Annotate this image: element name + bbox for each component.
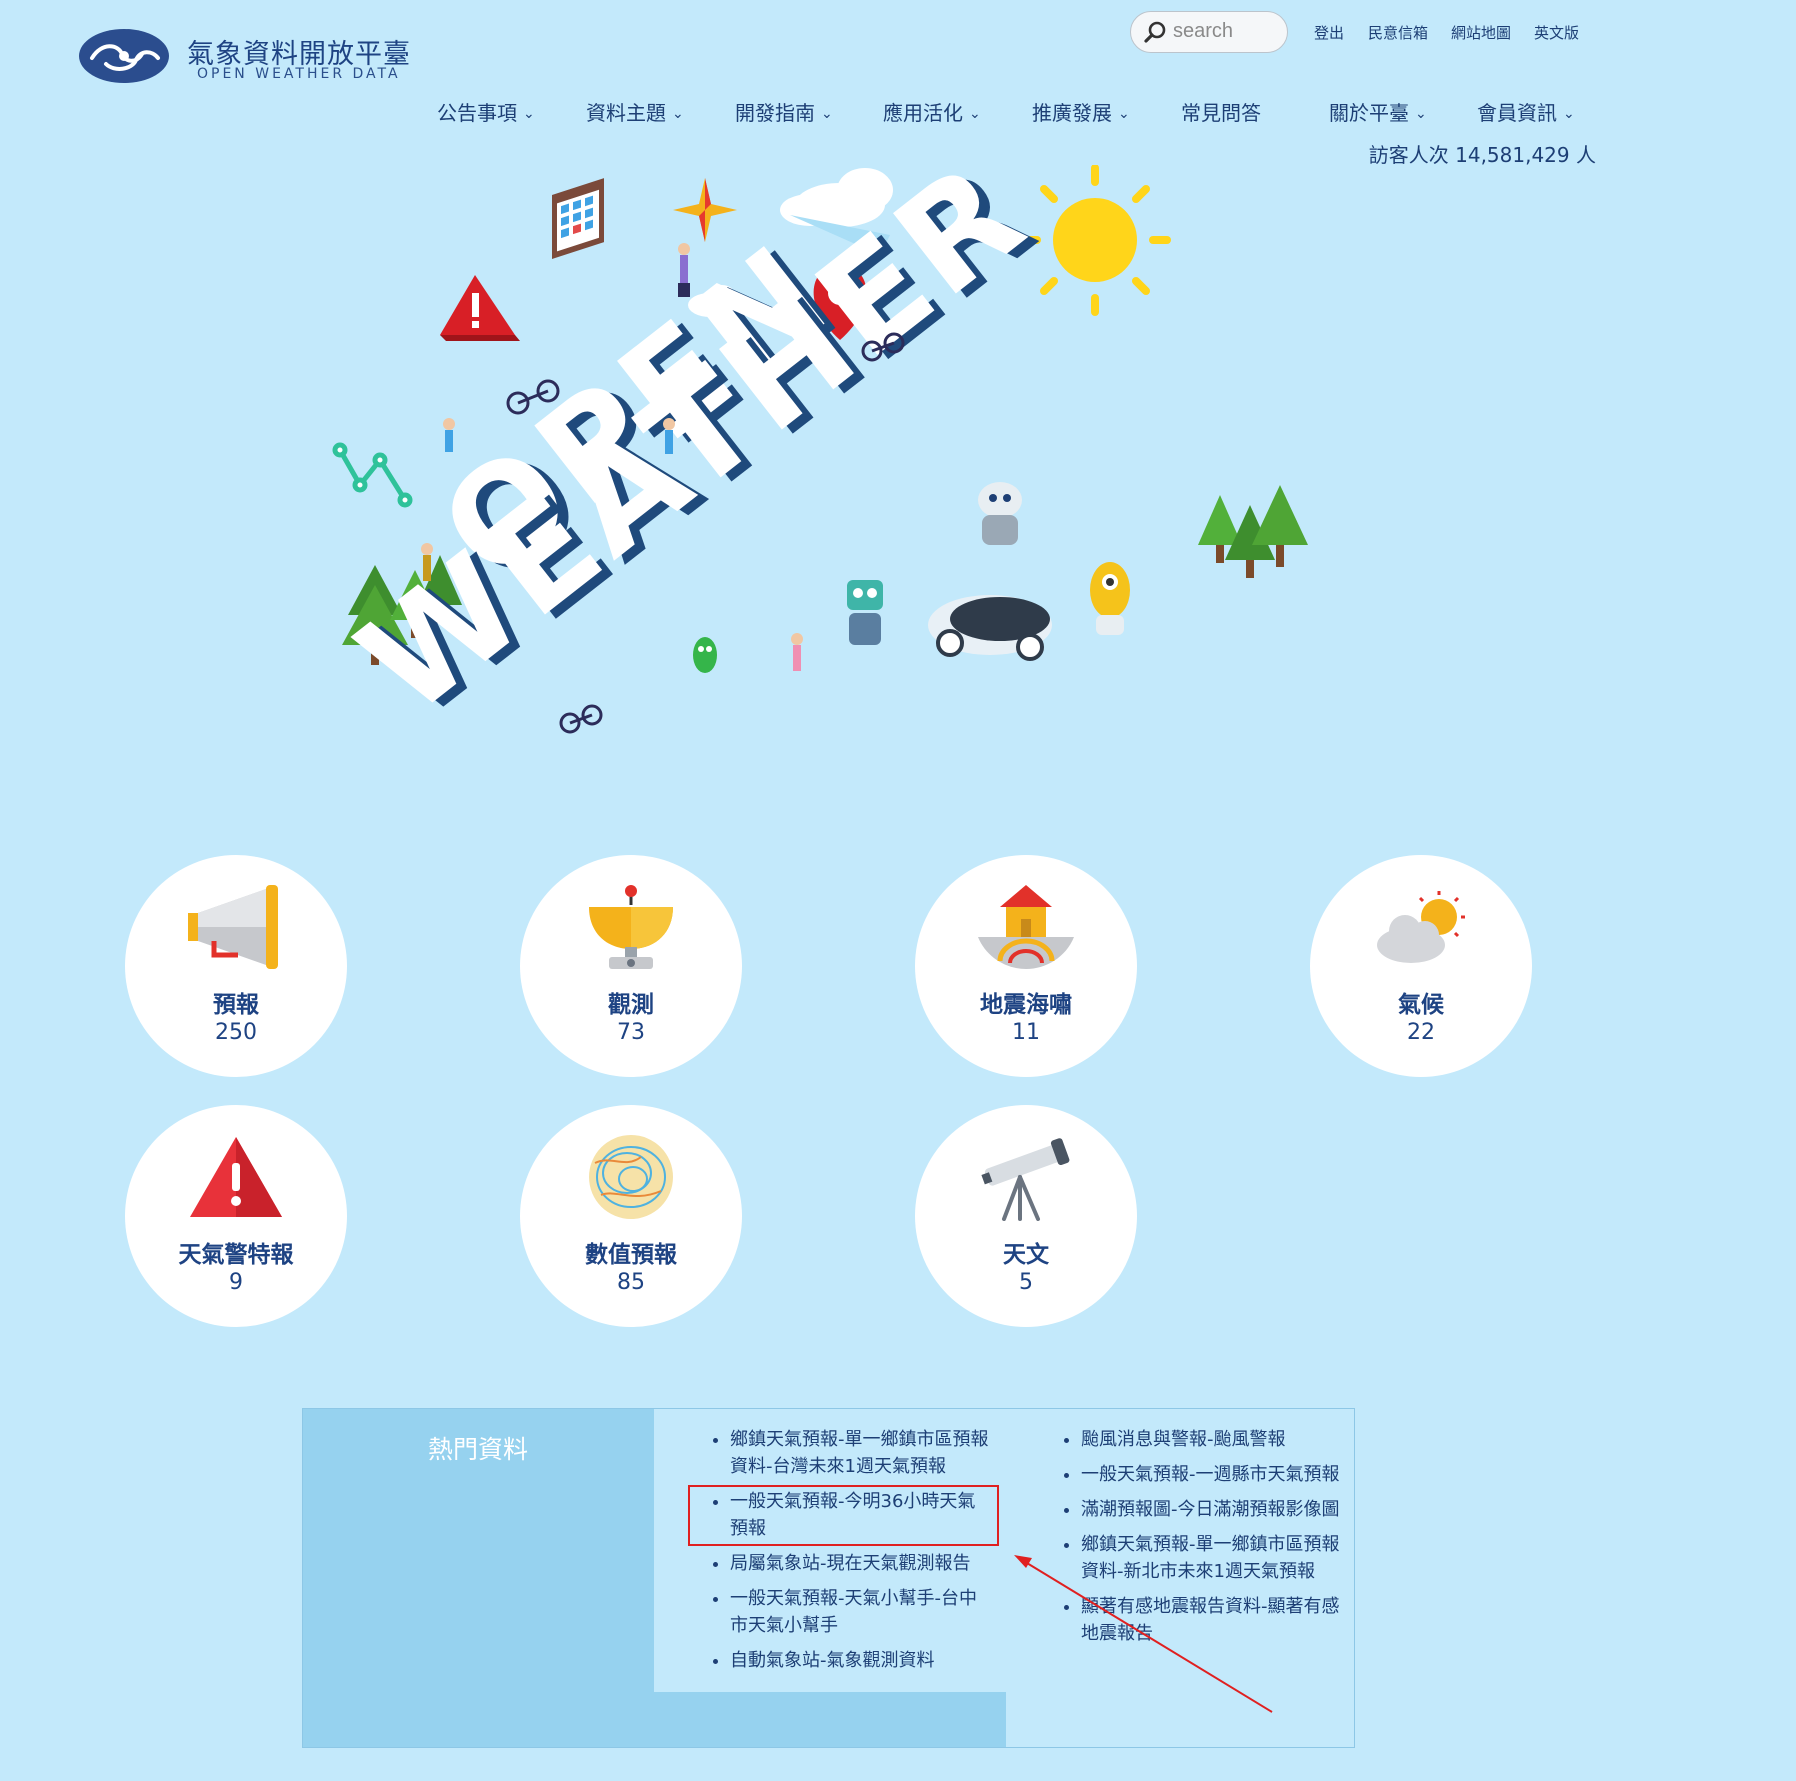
- popular-list-right: 颱風消息與警報-颱風警報 一般天氣預報-一週縣市天氣預報 滿潮預報圖-今日滿潮預…: [1063, 1426, 1341, 1655]
- warning-sign-icon: [440, 275, 520, 341]
- popular-link[interactable]: 颱風消息與警報-颱風警報: [1081, 1426, 1341, 1453]
- chevron-down-icon: ⌄: [523, 106, 535, 122]
- english-link[interactable]: 英文版: [1534, 22, 1579, 43]
- category-count: 5: [1019, 1270, 1033, 1295]
- popular-data-panel: 熱門資料 鄉鎮天氣預報-單一鄉鎮市區預報資料-台灣未來1週天氣預報 一般天氣預報…: [302, 1408, 1355, 1748]
- cloud-sun-icon: [1377, 891, 1465, 963]
- popular-link[interactable]: 滿潮預報圖-今日滿潮預報影像圖: [1081, 1496, 1341, 1523]
- logout-link[interactable]: 登出: [1314, 22, 1344, 43]
- category-label: 氣候: [1398, 992, 1444, 1018]
- compass-star-icon: [673, 178, 737, 242]
- site-logo[interactable]: 氣象資料開放平臺 OPEN WEATHER DATA: [78, 26, 410, 86]
- popular-link[interactable]: 顯著有感地震報告資料-顯著有感地震報告: [1081, 1593, 1341, 1647]
- category-climate[interactable]: 氣候 22: [1310, 855, 1532, 1077]
- popular-link[interactable]: 局屬氣象站-現在天氣觀測報告: [730, 1550, 990, 1577]
- category-weather-warning[interactable]: 天氣警特報 9: [125, 1105, 347, 1327]
- popular-link[interactable]: 一般天氣預報-一週縣市天氣預報: [1081, 1461, 1341, 1488]
- category-label: 數值預報: [585, 1242, 677, 1268]
- calendar-icon: [552, 178, 604, 259]
- nav-data-topics[interactable]: 資料主題 ⌄: [586, 97, 684, 126]
- nav-promotion[interactable]: 推廣發展 ⌄: [1032, 97, 1130, 126]
- svg-text:WEATHER: WEATHER: [331, 165, 1055, 747]
- chevron-down-icon: ⌄: [969, 106, 981, 122]
- logo-subtitle: OPEN WEATHER DATA: [197, 66, 401, 82]
- megaphone-icon: [188, 885, 278, 969]
- robot-icon: [1090, 562, 1130, 635]
- car-icon: [928, 595, 1052, 661]
- nav-applications[interactable]: 應用活化 ⌄: [883, 97, 981, 126]
- nav-announcements[interactable]: 公告事項 ⌄: [437, 97, 535, 126]
- chevron-down-icon: ⌄: [821, 106, 833, 122]
- search-box[interactable]: [1130, 11, 1288, 53]
- category-observation[interactable]: 觀測 73: [520, 855, 742, 1077]
- earthquake-house-icon: [978, 885, 1074, 969]
- chevron-down-icon: ⌄: [672, 106, 684, 122]
- category-count: 250: [215, 1020, 257, 1045]
- category-earthquake-tsunami[interactable]: 地震海嘯 11: [915, 855, 1137, 1077]
- category-label: 預報: [213, 992, 259, 1018]
- weather-map-icon: [589, 1135, 673, 1219]
- feedback-link[interactable]: 民意信箱: [1368, 22, 1428, 43]
- robot-icon: [847, 580, 883, 645]
- robot-icon: [693, 637, 717, 673]
- popular-link[interactable]: 鄉鎮天氣預報-單一鄉鎮市區預報資料-新北市未來1週天氣預報: [1081, 1531, 1341, 1585]
- chevron-down-icon: ⌄: [1118, 106, 1130, 122]
- category-label: 天氣警特報: [178, 1242, 294, 1268]
- chevron-down-icon: ⌄: [1563, 106, 1575, 122]
- search-input[interactable]: [1173, 19, 1277, 43]
- popular-link[interactable]: 一般天氣預報-天氣小幫手-台中市天氣小幫手: [730, 1585, 990, 1639]
- warning-triangle-icon: [190, 1137, 282, 1217]
- popular-link[interactable]: 自動氣象站-氣象觀測資料: [730, 1647, 990, 1674]
- graph-line-icon: [332, 442, 413, 508]
- annotation-highlight-box: [688, 1485, 999, 1546]
- nav-about[interactable]: 關於平臺 ⌄: [1329, 97, 1427, 126]
- category-count: 11: [1012, 1020, 1040, 1045]
- category-label: 天文: [1003, 1242, 1049, 1268]
- sitemap-link[interactable]: 網站地圖: [1451, 22, 1511, 43]
- category-astronomy[interactable]: 天文 5: [915, 1105, 1137, 1327]
- category-count: 9: [229, 1270, 243, 1295]
- search-icon: [1144, 21, 1166, 43]
- category-label: 觀測: [608, 992, 654, 1018]
- popular-link[interactable]: 鄉鎮天氣預報-單一鄉鎮市區預報資料-台灣未來1週天氣預報: [730, 1426, 990, 1480]
- category-count: 22: [1407, 1020, 1435, 1045]
- visitor-counter: 訪客人次 14,581,429 人: [1368, 143, 1596, 167]
- chevron-down-icon: ⌄: [1415, 106, 1427, 122]
- telescope-icon: [981, 1138, 1070, 1221]
- category-label: 地震海嘯: [980, 992, 1072, 1018]
- nav-dev-guide[interactable]: 開發指南 ⌄: [735, 97, 833, 126]
- category-numerical-forecast[interactable]: 數值預報 85: [520, 1105, 742, 1327]
- robot-icon: [978, 482, 1022, 545]
- popular-data-title: 熱門資料: [427, 1435, 528, 1464]
- category-forecast[interactable]: 預報 250: [125, 855, 347, 1077]
- radar-dish-icon: [589, 885, 673, 969]
- category-count: 73: [617, 1020, 645, 1045]
- logo-emblem-icon: [79, 29, 169, 83]
- category-count: 85: [617, 1270, 645, 1295]
- nav-member[interactable]: 會員資訊 ⌄: [1477, 97, 1575, 126]
- trees-icon: [1198, 485, 1308, 578]
- nav-faq[interactable]: 常見問答: [1181, 97, 1261, 126]
- popular-list-left: 鄉鎮天氣預報-單一鄉鎮市區預報資料-台灣未來1週天氣預報 一般天氣預報-今明36…: [712, 1426, 990, 1682]
- open-weather-hero-illustration: OPEN OPEN WEATHER WEATHER: [331, 165, 1308, 751]
